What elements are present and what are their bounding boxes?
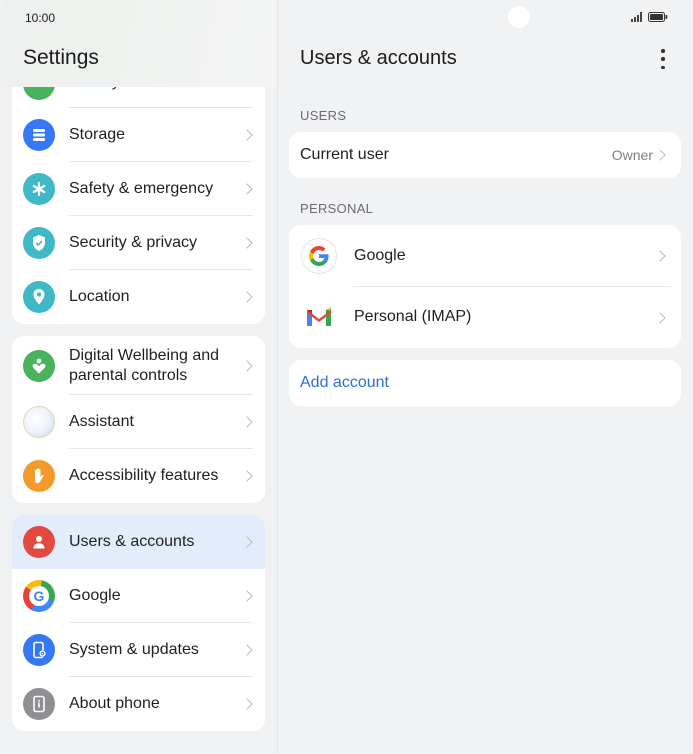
sidebar-item-label: Assistant bbox=[69, 413, 134, 430]
chevron-right-icon bbox=[241, 644, 253, 656]
chevron-right-icon bbox=[654, 149, 666, 161]
chevron-right-icon bbox=[241, 183, 253, 195]
assistant-orb-icon bbox=[23, 406, 55, 438]
page-title: Settings bbox=[23, 46, 99, 69]
account-label: Google bbox=[354, 247, 406, 264]
add-account-button[interactable]: Add account bbox=[300, 374, 389, 392]
location-pin-icon bbox=[23, 281, 55, 313]
status-time: 10:00 bbox=[25, 11, 56, 25]
sidebar-item-storage[interactable]: Storage bbox=[12, 108, 265, 162]
sidebar-item-label: Security & privacy bbox=[69, 234, 198, 251]
sidebar-item-google[interactable]: G Google bbox=[12, 569, 265, 623]
users-card: Current user Owner bbox=[289, 132, 681, 178]
user-icon bbox=[23, 526, 55, 558]
sidebar-item-security[interactable]: Security & privacy bbox=[12, 216, 265, 270]
current-user-label: Current user bbox=[300, 146, 389, 163]
sidebar-item-users-accounts[interactable]: Users & accounts bbox=[12, 515, 265, 569]
chevron-right-icon bbox=[241, 590, 253, 602]
app-frame: Battery Storage Safety & emergency bbox=[0, 0, 693, 754]
chevron-right-icon bbox=[241, 360, 253, 372]
sidebar-item-label: Google bbox=[69, 587, 121, 604]
camera-cutout bbox=[508, 6, 530, 28]
sidebar-item-label: Digital Wellbeing and parental controls bbox=[69, 347, 220, 384]
google-icon: G bbox=[23, 580, 55, 612]
sidebar-item-label: Location bbox=[69, 288, 130, 305]
sidebar-item-about-phone[interactable]: About phone bbox=[12, 677, 265, 731]
sidebar-item-label: Safety & emergency bbox=[69, 180, 214, 197]
chevron-right-icon bbox=[241, 470, 253, 482]
settings-group-1: Battery Storage Safety & emergency bbox=[12, 60, 265, 324]
shield-icon bbox=[23, 227, 55, 259]
sidebar-item-label: About phone bbox=[69, 695, 160, 712]
add-account-card: Add account bbox=[289, 360, 681, 406]
current-user-row[interactable]: Current user Owner bbox=[289, 132, 681, 178]
sidebar-item-assistant[interactable]: Assistant bbox=[12, 395, 265, 449]
chevron-right-icon bbox=[654, 312, 666, 324]
hand-icon bbox=[23, 460, 55, 492]
sidebar-header: 10:00 Settings bbox=[0, 0, 277, 87]
sidebar-item-label: Accessibility features bbox=[69, 467, 219, 484]
chevron-right-icon bbox=[241, 416, 253, 428]
section-header-users: USERS bbox=[300, 108, 347, 123]
sidebar-item-label: Users & accounts bbox=[69, 533, 195, 550]
gmail-icon bbox=[305, 306, 333, 328]
more-options-icon[interactable] bbox=[656, 47, 670, 71]
battery-status-icon bbox=[648, 12, 668, 22]
sidebar-item-accessibility[interactable]: Accessibility features bbox=[12, 449, 265, 503]
settings-group-3: Users & accounts G Google System & updat… bbox=[12, 515, 265, 731]
account-row-google[interactable]: Google bbox=[289, 225, 681, 287]
detail-title: Users & accounts bbox=[300, 47, 457, 69]
sidebar-item-label: System & updates bbox=[69, 641, 199, 658]
sidebar-item-digital-wellbeing[interactable]: Digital Wellbeing and parental controls bbox=[12, 336, 265, 395]
settings-group-2: Digital Wellbeing and parental controls … bbox=[12, 336, 265, 503]
sidebar-item-system-updates[interactable]: System & updates bbox=[12, 623, 265, 677]
chevron-right-icon bbox=[241, 129, 253, 141]
asterisk-icon bbox=[23, 173, 55, 205]
personal-accounts-card: Google Personal (IMAP) bbox=[289, 225, 681, 348]
chevron-right-icon bbox=[654, 250, 666, 262]
account-label: Personal (IMAP) bbox=[354, 308, 472, 325]
heart-person-icon bbox=[23, 350, 55, 382]
sidebar-item-safety[interactable]: Safety & emergency bbox=[12, 162, 265, 216]
chevron-right-icon bbox=[241, 291, 253, 303]
chevron-right-icon bbox=[241, 698, 253, 710]
section-header-personal: PERSONAL bbox=[300, 201, 374, 216]
sidebar-item-location[interactable]: Location bbox=[12, 270, 265, 324]
google-icon bbox=[301, 238, 337, 274]
phone-gear-icon bbox=[23, 634, 55, 666]
chevron-right-icon bbox=[241, 536, 253, 548]
storage-icon bbox=[23, 119, 55, 151]
sidebar-item-label: Storage bbox=[69, 126, 126, 143]
status-icons bbox=[631, 12, 668, 22]
account-row-personal-imap[interactable]: Personal (IMAP) bbox=[289, 287, 681, 348]
settings-sidebar: Battery Storage Safety & emergency bbox=[0, 0, 278, 754]
signal-icon bbox=[631, 12, 642, 22]
chevron-right-icon bbox=[241, 237, 253, 249]
current-user-value: Owner bbox=[611, 147, 653, 163]
info-phone-icon bbox=[23, 688, 55, 720]
